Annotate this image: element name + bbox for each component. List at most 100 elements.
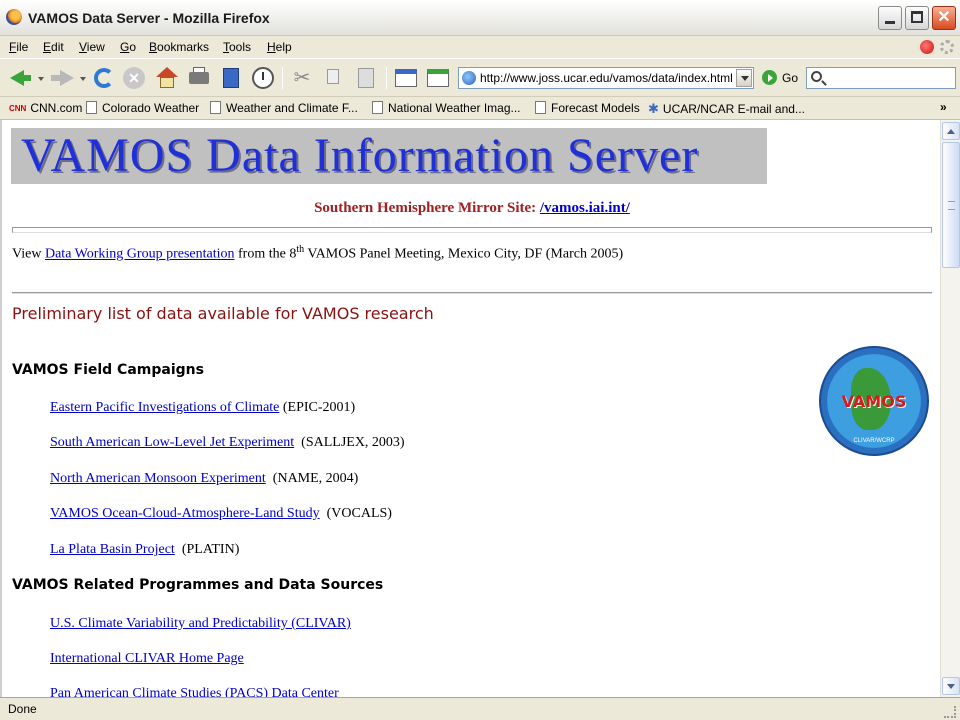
printer-icon xyxy=(189,72,209,84)
clock-icon xyxy=(252,67,274,89)
url-text[interactable]: http://www.joss.ucar.edu/vamos/data/inde… xyxy=(480,71,734,85)
scissors-icon: ✂ xyxy=(293,67,311,89)
back-button[interactable] xyxy=(8,66,32,90)
cnn-icon: CNN xyxy=(9,104,27,113)
list-item: Pan American Climate Studies (PACS) Data… xyxy=(50,686,339,697)
maximize-icon xyxy=(911,11,923,23)
bookmark-forecast-models[interactable]: Forecast Models xyxy=(535,101,640,115)
scroll-thumb[interactable] xyxy=(942,142,960,268)
presentation-link[interactable]: Data Working Group presentation xyxy=(45,247,235,262)
menu-go[interactable]: Go xyxy=(120,40,136,54)
mirror-label: Southern Hemisphere Mirror Site: xyxy=(314,200,540,216)
scroll-down-button[interactable] xyxy=(942,677,960,695)
forward-button[interactable] xyxy=(50,66,74,90)
go-label: Go xyxy=(782,71,799,85)
copy-button[interactable] xyxy=(322,66,346,90)
logo-text: VAMOS xyxy=(841,392,907,411)
url-dropdown-button[interactable] xyxy=(736,69,752,87)
copy-icon xyxy=(327,69,339,84)
platin-link[interactable]: La Plata Basin Project xyxy=(50,542,175,557)
new-tab-button[interactable] xyxy=(426,66,450,90)
reload-icon xyxy=(94,68,114,88)
new-window-button[interactable] xyxy=(394,66,418,90)
close-button[interactable]: ✕ xyxy=(932,6,956,30)
new-window-icon xyxy=(395,69,417,87)
item-note: (NAME, 2004) xyxy=(265,471,359,486)
bookmarks-icon xyxy=(223,68,239,88)
mirror-link[interactable]: /vamos.iai.int/ xyxy=(540,200,630,216)
page-content: VAMOS Data Information Server Southern H… xyxy=(0,120,940,697)
menu-view[interactable]: View xyxy=(79,40,105,54)
banner-title: VAMOS Data Information Server xyxy=(21,129,699,182)
home-icon xyxy=(156,67,178,77)
menu-edit[interactable]: Edit xyxy=(43,40,64,54)
status-text: Done xyxy=(8,702,37,716)
update-alert-icon[interactable] xyxy=(920,40,934,54)
cut-button[interactable]: ✂ xyxy=(290,66,314,90)
name-link[interactable]: North American Monsoon Experiment xyxy=(50,471,266,486)
bookmarks-sidebar-button[interactable] xyxy=(219,66,243,90)
list-item: VAMOS Ocean-Cloud-Atmosphere-Land Study … xyxy=(50,506,392,522)
international-clivar-link[interactable]: International CLIVAR Home Page xyxy=(50,651,244,666)
bookmark-label: National Weather Imag... xyxy=(388,101,521,115)
gear-icon: ✱ xyxy=(648,101,659,116)
ordinal-suffix: th xyxy=(296,244,305,255)
vertical-scrollbar[interactable] xyxy=(940,120,960,697)
home-button[interactable] xyxy=(155,66,179,90)
search-icon[interactable] xyxy=(811,71,822,82)
page-icon xyxy=(372,101,383,114)
bookmarks-overflow-button[interactable]: » xyxy=(940,100,947,114)
bookmark-weather-climate[interactable]: Weather and Climate F... xyxy=(210,101,358,115)
view-prefix: View xyxy=(12,246,45,262)
us-clivar-link[interactable]: U.S. Climate Variability and Predictabil… xyxy=(50,616,351,631)
site-icon xyxy=(462,71,476,85)
stop-button[interactable]: ✕ xyxy=(122,66,146,90)
divider xyxy=(12,292,932,294)
minimize-button[interactable] xyxy=(878,6,902,30)
related-programmes-heading: VAMOS Related Programmes and Data Source… xyxy=(12,577,384,593)
divider xyxy=(12,227,932,233)
page-icon xyxy=(210,101,221,114)
address-bar[interactable]: http://www.joss.ucar.edu/vamos/data/inde… xyxy=(458,67,754,89)
resize-grip[interactable] xyxy=(944,706,956,718)
menu-help[interactable]: Help xyxy=(267,40,292,54)
salljex-link[interactable]: South American Low-Level Jet Experiment xyxy=(50,435,294,450)
epic-link[interactable]: Eastern Pacific Investigations of Climat… xyxy=(50,400,279,415)
firefox-icon xyxy=(6,9,22,25)
maximize-button[interactable] xyxy=(905,6,929,30)
vocals-link[interactable]: VAMOS Ocean-Cloud-Atmosphere-Land Study xyxy=(50,506,320,521)
bookmark-cnn[interactable]: CNN CNN.com xyxy=(9,101,82,115)
bookmark-national-weather[interactable]: National Weather Imag... xyxy=(372,101,521,115)
menu-tools[interactable]: Tools xyxy=(223,40,251,54)
mirror-site-line: Southern Hemisphere Mirror Site: /vamos.… xyxy=(2,200,940,217)
history-button[interactable] xyxy=(251,66,275,90)
page-banner: VAMOS Data Information Server xyxy=(11,128,767,184)
paste-button[interactable] xyxy=(354,66,378,90)
close-icon: ✕ xyxy=(937,9,951,26)
menu-file[interactable]: File xyxy=(9,40,28,54)
bookmark-colorado-weather[interactable]: Colorado Weather xyxy=(86,101,199,115)
search-input[interactable] xyxy=(806,67,956,89)
scroll-up-button[interactable] xyxy=(942,122,960,140)
view-suffix: VAMOS Panel Meeting, Mexico City, DF (Ma… xyxy=(304,246,624,262)
toolbar-separator xyxy=(282,67,283,89)
title-bar[interactable]: VAMOS Data Server - Mozilla Firefox ✕ xyxy=(0,0,960,36)
new-tab-icon xyxy=(427,69,449,87)
bookmarks-toolbar: CNN CNN.com Colorado Weather Weather and … xyxy=(0,96,960,120)
back-dropdown-icon[interactable] xyxy=(38,77,44,81)
stop-icon: ✕ xyxy=(123,67,145,89)
bookmark-label: Weather and Climate F... xyxy=(226,101,358,115)
bookmark-ucar-email[interactable]: ✱ UCAR/NCAR E-mail and... xyxy=(648,101,805,117)
pacs-link[interactable]: Pan American Climate Studies (PACS) Data… xyxy=(50,686,339,697)
forward-dropdown-icon[interactable] xyxy=(80,77,86,81)
presentation-line: View Data Working Group presentation fro… xyxy=(12,244,623,263)
go-icon xyxy=(762,70,777,85)
throbber-icon xyxy=(940,40,954,54)
print-button[interactable] xyxy=(187,66,211,90)
item-note: (PLATIN) xyxy=(174,542,240,557)
menu-bookmarks[interactable]: Bookmarks xyxy=(149,40,209,54)
minimize-icon xyxy=(885,21,895,24)
reload-button[interactable] xyxy=(92,66,116,90)
list-item: International CLIVAR Home Page xyxy=(50,651,244,667)
item-note: (VOCALS) xyxy=(319,506,392,521)
